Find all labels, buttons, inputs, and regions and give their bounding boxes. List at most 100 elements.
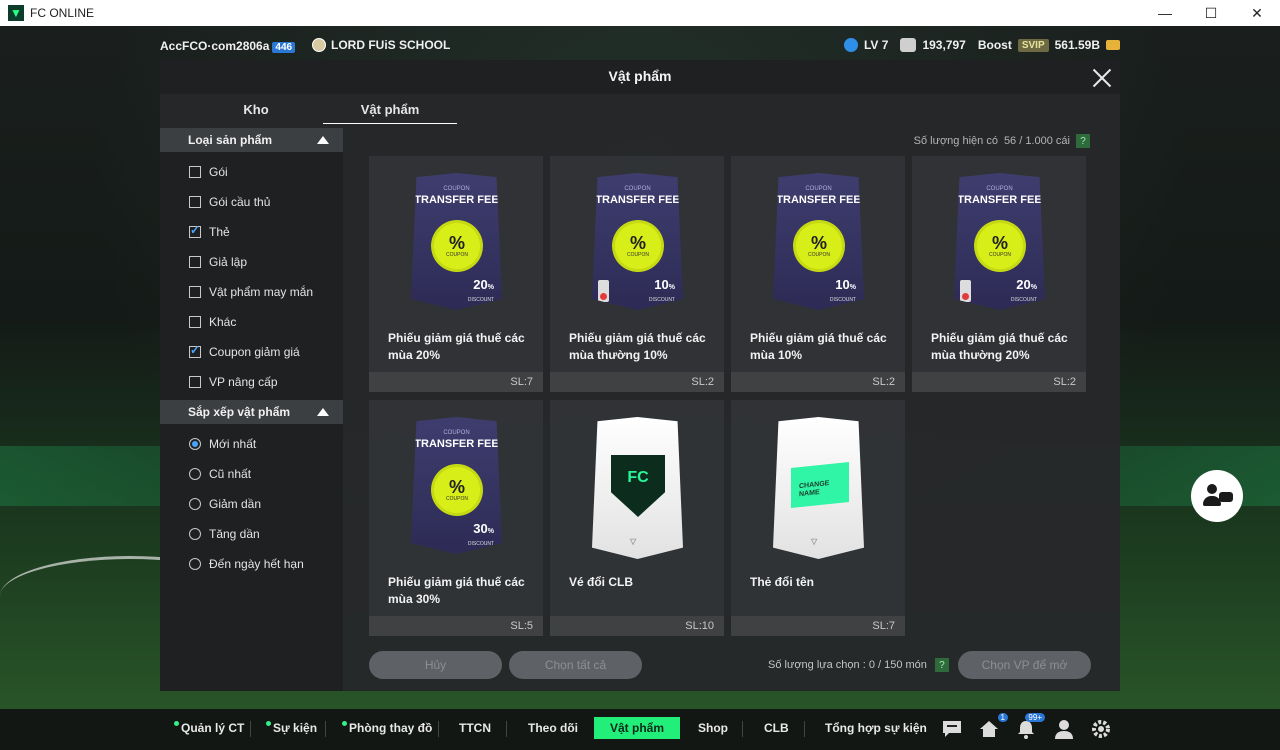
top-info-bar: AccFCO·com2806a 446 LORD FUiS SCHOOL LV 7… <box>0 34 1280 58</box>
help-button[interactable]: ? <box>1076 134 1090 148</box>
support-chat-button[interactable] <box>1191 470 1243 522</box>
select-all-button[interactable]: Chọn tất cả <box>509 651 642 679</box>
item-card[interactable]: COUPON TRANSFER FEE % COUPON 20% DISCOUNT … <box>912 156 1086 392</box>
cancel-button[interactable]: Hủy <box>369 651 502 679</box>
radio[interactable] <box>189 468 201 480</box>
club-shield-icon: FC <box>611 455 665 517</box>
filter-label: Coupon giảm giá <box>209 345 300 359</box>
percent-seal-icon: % COUPON <box>977 223 1023 269</box>
coupon-image: COUPON TRANSFER FEE % COUPON 20% DISCOUNT <box>954 173 1045 310</box>
filter-the[interactable]: Thẻ <box>189 222 230 242</box>
checkbox-checked[interactable] <box>189 223 201 238</box>
nav-vat-pham[interactable]: Vật phẩm <box>594 717 681 739</box>
filter-label: Khác <box>209 315 237 329</box>
filter-coupon[interactable]: Coupon giảm giá <box>189 342 300 362</box>
open-items-button[interactable]: Chọn VP để mở <box>958 651 1091 679</box>
item-card[interactable]: COUPON TRANSFER FEE % COUPON 30% DISCOUNT … <box>369 400 543 636</box>
product-type-title: Loại sản phẩm <box>188 133 273 147</box>
radio[interactable] <box>189 528 201 540</box>
profile-icon[interactable] <box>1053 719 1075 739</box>
filter-gia-lap[interactable]: Giả lập <box>189 252 247 272</box>
item-card[interactable]: COUPON TRANSFER FEE % COUPON 10% DISCOUNT … <box>731 156 905 392</box>
item-card[interactable]: COUPON TRANSFER FEE % COUPON 10% DISCOUNT … <box>550 156 724 392</box>
coupon-header: TRANSFER FEE <box>595 194 680 206</box>
checkbox[interactable] <box>189 166 201 178</box>
account-badge: 446 <box>272 42 296 53</box>
coupon-header: TRANSFER FEE <box>957 194 1042 206</box>
filter-goi-cau-thu[interactable]: Gói cầu thủ <box>189 192 270 212</box>
checkbox-checked[interactable] <box>189 343 201 358</box>
fc-logo-icon: ▽ <box>811 537 818 546</box>
nav-phong-thay-do[interactable]: Phòng thay đồ <box>342 721 432 735</box>
sort-label: Đến ngày hết hạn <box>209 557 304 571</box>
app-logo-icon: ▼ <box>8 5 24 21</box>
checkbox[interactable] <box>189 286 201 298</box>
lock-tag-icon <box>960 280 971 302</box>
gear-icon[interactable] <box>1090 719 1112 739</box>
chat-icon[interactable] <box>941 719 963 739</box>
nav-tong-hop-su-kien[interactable]: Tổng hợp sự kiện <box>825 721 927 735</box>
coupon-discount: 10% DISCOUNT <box>829 277 856 303</box>
sort-label: Tăng dần <box>209 527 260 541</box>
maximize-button[interactable]: ☐ <box>1188 0 1234 26</box>
sort-oldest[interactable]: Cũ nhất <box>189 464 251 484</box>
sort-ascending[interactable]: Tăng dần <box>189 524 260 544</box>
panel-tabs: Kho Vật phẩm <box>160 96 460 124</box>
nav-ttcn[interactable]: TTCN <box>459 721 491 735</box>
sort-header[interactable]: Sắp xếp vật phẩm <box>160 400 343 424</box>
checkbox[interactable] <box>189 316 201 328</box>
item-quantity: SL:2 <box>1053 376 1076 388</box>
sort-label: Giảm dần <box>209 497 262 511</box>
home-icon[interactable]: 1 <box>978 713 1008 739</box>
svip-badge: SVIP <box>1017 38 1049 52</box>
coupon-image: COUPON TRANSFER FEE % COUPON 10% DISCOUNT <box>773 173 864 310</box>
item-count: Số lượng hiện có 56 / 1.000 cái ? <box>914 134 1090 148</box>
radio[interactable] <box>189 558 201 570</box>
filter-khac[interactable]: Khác <box>189 312 236 332</box>
item-card[interactable]: FC ▽ Vé đổi CLB SL:10 <box>550 400 724 636</box>
coin-value: 193,797 <box>922 38 966 52</box>
checkbox[interactable] <box>189 256 201 268</box>
tab-kho[interactable]: Kho <box>189 96 323 124</box>
minimize-button[interactable]: — <box>1142 0 1188 26</box>
collapse-arrow-icon <box>317 408 329 416</box>
selection-label: Số lượng lựa chọn : 0 / 150 món <box>768 659 927 671</box>
checkbox[interactable] <box>189 376 201 388</box>
product-type-header[interactable]: Loại sản phẩm <box>160 128 343 152</box>
coupon-image: COUPON TRANSFER FEE % COUPON 30% DISCOUNT <box>411 417 502 554</box>
coupon-label: COUPON <box>443 186 470 192</box>
filter-goi[interactable]: Gói <box>189 162 228 182</box>
sort-title: Sắp xếp vật phẩm <box>188 405 291 419</box>
radio[interactable] <box>189 498 201 510</box>
filter-vp-nang-cap[interactable]: VP nâng cấp <box>189 372 278 392</box>
name-tag-icon: CHANGE NAME <box>791 461 849 509</box>
nav-shop[interactable]: Shop <box>698 721 728 735</box>
tab-vat-pham[interactable]: Vật phẩm <box>323 96 457 124</box>
person-chat-icon <box>1203 484 1233 508</box>
sort-newest[interactable]: Mới nhất <box>189 434 256 454</box>
close-panel-button[interactable] <box>1090 66 1114 90</box>
bell-icon[interactable]: 99+ <box>1015 713 1045 739</box>
coupon-header: TRANSFER FEE <box>776 194 861 206</box>
checkbox[interactable] <box>189 196 201 208</box>
close-window-button[interactable]: ✕ <box>1234 0 1280 26</box>
sort-expiry[interactable]: Đến ngày hết hạn <box>189 554 304 574</box>
percent-seal-icon: % COUPON <box>434 467 480 513</box>
item-name: Phiếu giảm giá thuế các mùa 10% <box>750 331 887 362</box>
nav-quan-ly-ct[interactable]: Quản lý CT <box>174 721 244 735</box>
item-card[interactable]: COUPON TRANSFER FEE % COUPON 20% DISCOUNT … <box>369 156 543 392</box>
radio-checked[interactable] <box>189 438 201 450</box>
selection-help-button[interactable]: ? <box>934 658 949 672</box>
notification-dot-icon <box>342 721 347 726</box>
nav-theo-doi[interactable]: Theo dõi <box>528 721 578 735</box>
boost-label: Boost <box>977 38 1012 52</box>
club-info: LORD FUiS SCHOOL <box>312 38 450 52</box>
item-card[interactable]: CHANGE NAME ▽ Thẻ đổi tên SL:7 <box>731 400 905 636</box>
filter-may-man[interactable]: Vật phẩm may mắn <box>189 282 313 302</box>
selection-count: Số lượng lựa chọn : 0 / 150 món ? <box>768 658 949 672</box>
nav-clb[interactable]: CLB <box>764 721 789 735</box>
nav-su-kien[interactable]: Sự kiện <box>266 721 317 735</box>
sort-descending[interactable]: Giảm dần <box>189 494 261 514</box>
count-label: Số lượng hiện có <box>913 135 998 147</box>
home-badge: 1 <box>997 713 1008 722</box>
